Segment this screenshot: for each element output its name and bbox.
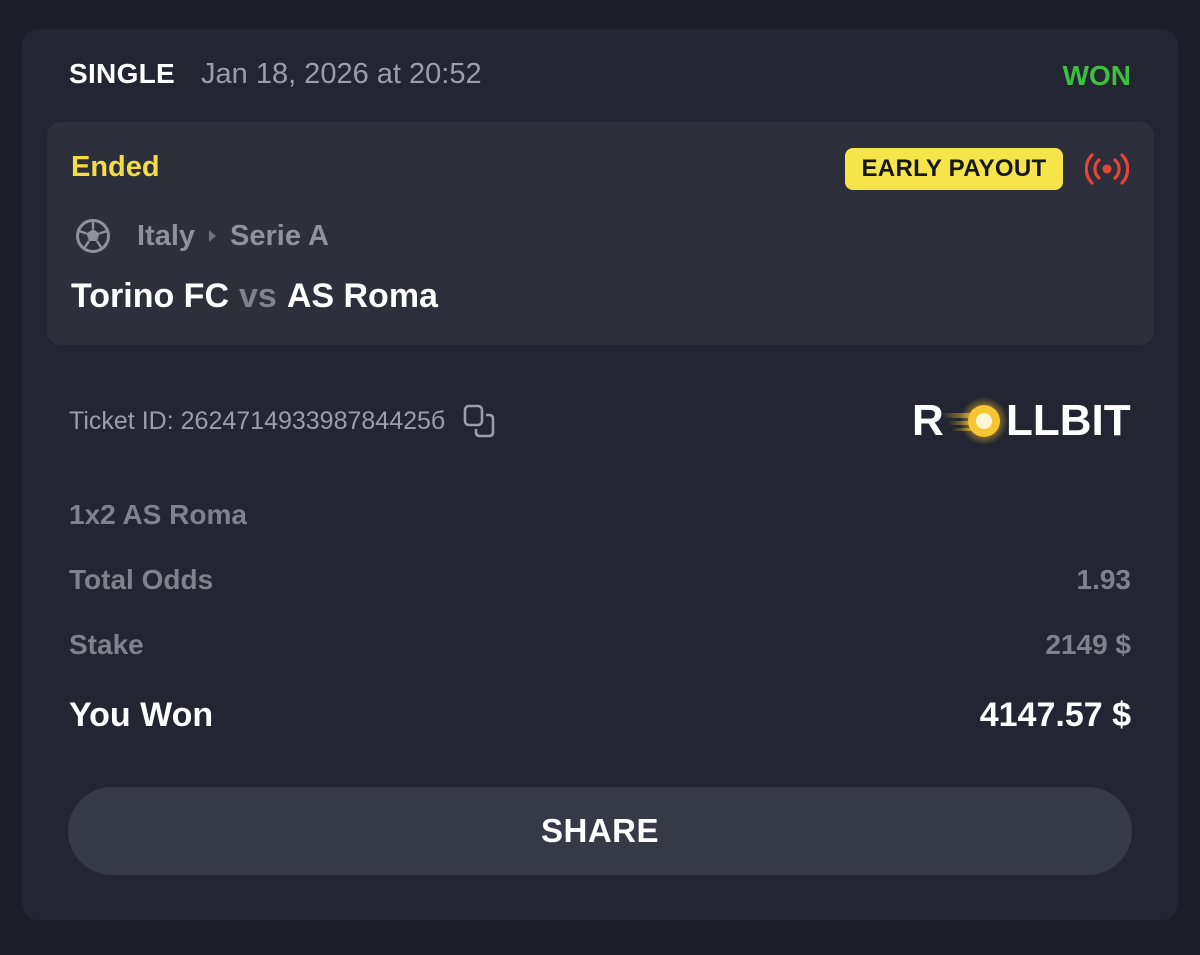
bet-ticket-card: SINGLE Jan 18, 2026 at 20:52 WON Ended E… [22,29,1178,920]
home-team: Torino FC [71,277,229,315]
market-label: 1x2 AS Roma [69,499,247,530]
won-row: You Won 4147.57 $ [69,696,1131,736]
ticket-id-row: Ticket ID: 262471493398784425б [69,403,495,439]
rollbit-logo: R LLBIT [912,396,1131,445]
league-label: Serie A [230,219,329,252]
won-value: 4147.57 $ [979,696,1131,734]
league-breadcrumb: Italy Serie A [75,216,329,256]
ticket-id-label: Ticket ID: [69,406,174,435]
event-status: Ended [71,151,160,183]
bet-date: Jan 18, 2026 at 20:52 [201,58,482,90]
vs-label: vs [239,277,277,315]
stake-value: 2149 $ [1045,629,1131,660]
won-label: You Won [69,696,214,734]
early-payout-badge: EARLY PAYOUT [845,148,1063,190]
market-row: 1x2 AS Roma [69,499,1131,539]
chevron-right-icon [209,230,217,242]
ticket-header: SINGLE Jan 18, 2026 at 20:52 WON [69,46,1131,91]
broadcast-icon [1085,153,1129,185]
copy-icon[interactable] [463,404,495,438]
event-box: Ended EARLY PAYOUT Italy Serie A Torino … [47,122,1154,345]
share-button[interactable]: SHARE [68,787,1132,875]
logo-letter-r: R [912,396,944,445]
country-label: Italy [137,219,196,252]
odds-value: 1.93 [1076,564,1132,595]
stake-row: Stake 2149 $ [69,629,1131,669]
odds-row: Total Odds 1.93 [69,564,1131,604]
soccer-ball-icon [76,219,110,253]
match-teams: Torino FC vs AS Roma [71,277,438,316]
ticket-id-value: 262471493398784425б [180,406,446,435]
stake-label: Stake [69,629,144,660]
bet-type: SINGLE [69,58,176,89]
logo-letters: LLBIT [1006,396,1131,445]
odds-label: Total Odds [69,564,214,595]
status-badge: WON [1062,60,1131,91]
away-team: AS Roma [286,277,438,315]
